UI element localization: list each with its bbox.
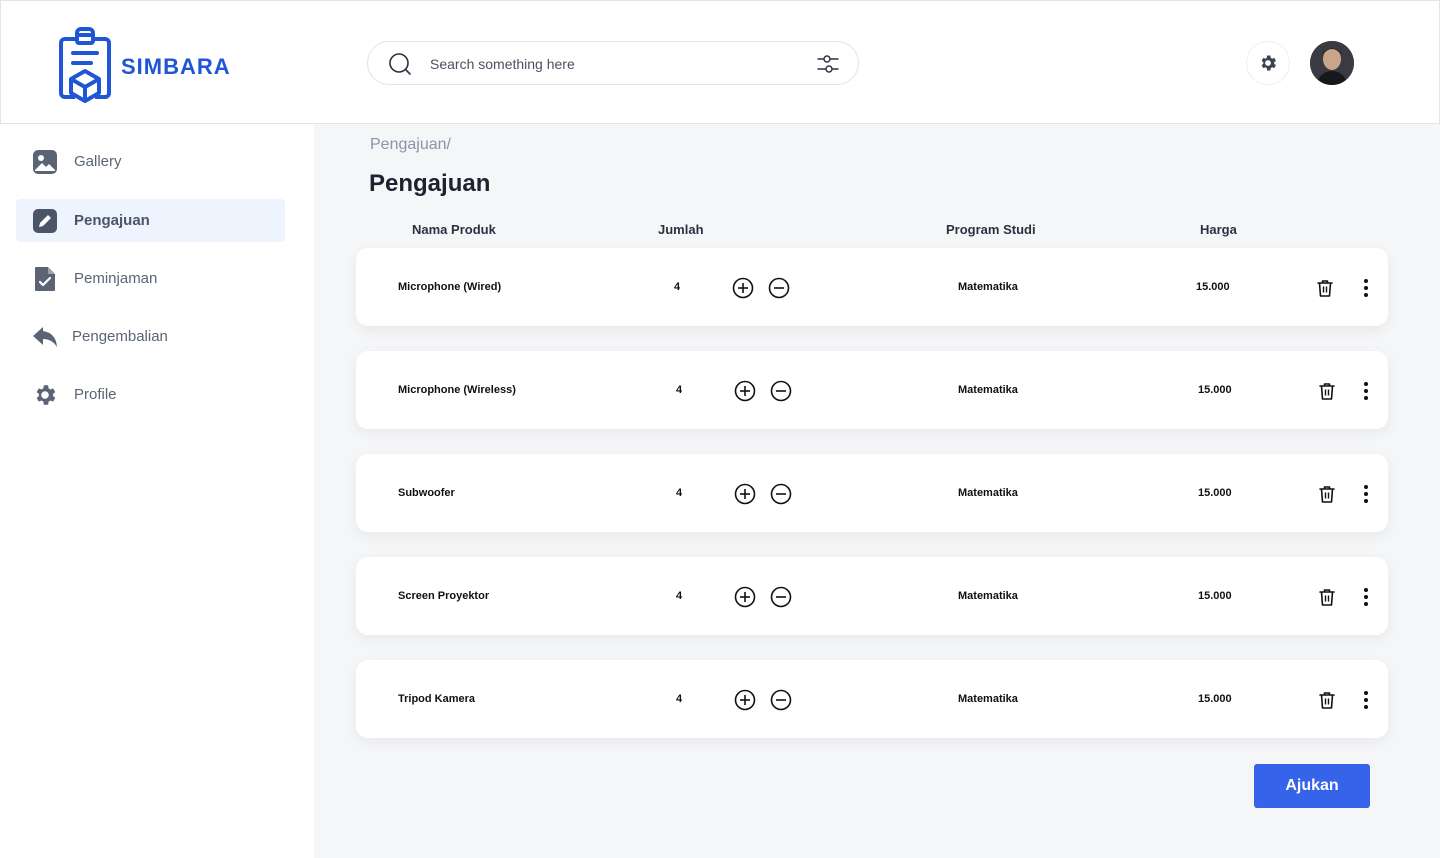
column-header-price: Harga	[1200, 222, 1237, 237]
search-icon	[389, 53, 411, 75]
column-header-program: Program Studi	[946, 222, 1036, 237]
product-name: Subwoofer	[398, 487, 455, 499]
program-studi-value: Matematika	[958, 384, 1018, 396]
search-input[interactable]	[430, 52, 790, 76]
price-value: 15.000	[1198, 487, 1232, 499]
minus-circle-icon[interactable]	[770, 380, 792, 402]
sidebar-item-label: Gallery	[74, 153, 122, 170]
minus-circle-icon[interactable]	[768, 277, 790, 299]
trash-icon[interactable]	[1316, 380, 1338, 402]
table-row: Subwoofer 4 Matematika 15.000	[356, 454, 1388, 532]
quantity-value: 4	[676, 693, 683, 705]
gear-icon	[36, 385, 56, 405]
program-studi-value: Matematika	[958, 487, 1018, 499]
sidebar-item-pengembalian[interactable]: Pengembalian	[16, 315, 285, 358]
search-bar	[367, 41, 859, 85]
filter-sliders-icon[interactable]	[816, 52, 840, 76]
reply-icon	[33, 327, 57, 347]
avatar[interactable]	[1310, 41, 1354, 85]
plus-circle-icon[interactable]	[734, 483, 756, 505]
trash-icon[interactable]	[1316, 483, 1338, 505]
sidebar-item-profile[interactable]: Profile	[16, 373, 285, 416]
price-value: 15.000	[1196, 281, 1230, 293]
minus-circle-icon[interactable]	[770, 483, 792, 505]
user-avatar-icon	[1310, 41, 1354, 85]
sidebar-item-pengajuan[interactable]: Pengajuan	[16, 199, 285, 242]
column-header-name: Nama Produk	[412, 222, 496, 237]
sidebar-item-gallery[interactable]: Gallery	[16, 140, 285, 183]
plus-circle-icon[interactable]	[732, 277, 754, 299]
plus-circle-icon[interactable]	[734, 689, 756, 711]
quantity-value: 4	[676, 384, 683, 396]
column-header-qty: Jumlah	[658, 222, 704, 237]
more-vertical-icon[interactable]	[1363, 690, 1369, 710]
table-row: Microphone (Wireless) 4 Matematika 15.000	[356, 351, 1388, 429]
sidebar: Gallery Pengajuan Peminjaman Pengembalia…	[0, 124, 314, 858]
gear-icon	[1261, 55, 1276, 71]
document-check-icon	[35, 267, 55, 291]
submit-button[interactable]: Ajukan	[1254, 764, 1370, 808]
sidebar-item-label: Pengembalian	[72, 328, 168, 345]
table-row: Screen Proyektor 4 Matematika 15.000	[356, 557, 1388, 635]
minus-circle-icon[interactable]	[770, 689, 792, 711]
price-value: 15.000	[1198, 384, 1232, 396]
main-content: Pengajuan/ Pengajuan Nama Produk Jumlah …	[314, 124, 1440, 858]
settings-button[interactable]	[1246, 41, 1290, 85]
clipboard-box-logo-icon	[59, 27, 111, 103]
sidebar-item-label: Profile	[74, 386, 117, 403]
more-vertical-icon[interactable]	[1363, 484, 1369, 504]
minus-circle-icon[interactable]	[770, 586, 792, 608]
quantity-value: 4	[676, 487, 683, 499]
plus-circle-icon[interactable]	[734, 380, 756, 402]
page-title: Pengajuan	[369, 170, 491, 197]
top-header: SIMBARA	[0, 0, 1440, 124]
product-name: Screen Proyektor	[398, 590, 490, 602]
program-studi-value: Matematika	[958, 590, 1018, 602]
trash-icon[interactable]	[1316, 689, 1338, 711]
trash-icon[interactable]	[1316, 586, 1338, 608]
price-value: 15.000	[1198, 693, 1232, 705]
brand-name: SIMBARA	[121, 54, 231, 79]
sidebar-item-label: Pengajuan	[74, 212, 150, 229]
edit-icon	[33, 209, 57, 233]
gallery-icon	[33, 150, 57, 174]
more-vertical-icon[interactable]	[1363, 381, 1369, 401]
sidebar-item-peminjaman[interactable]: Peminjaman	[16, 257, 285, 300]
breadcrumb[interactable]: Pengajuan/	[370, 136, 451, 154]
logo[interactable]: SIMBARA	[57, 27, 231, 107]
more-vertical-icon[interactable]	[1363, 587, 1369, 607]
program-studi-value: Matematika	[958, 693, 1018, 705]
program-studi-value: Matematika	[958, 281, 1018, 293]
table-row: Microphone (Wired) 4 Matematika 15.000	[356, 248, 1388, 326]
price-value: 15.000	[1198, 590, 1232, 602]
sidebar-item-label: Peminjaman	[74, 270, 158, 287]
quantity-value: 4	[676, 590, 683, 602]
more-vertical-icon[interactable]	[1363, 278, 1369, 298]
product-name: Tripod Kamera	[398, 693, 476, 705]
quantity-value: 4	[674, 281, 681, 293]
trash-icon[interactable]	[1314, 277, 1336, 299]
product-name: Microphone (Wireless)	[398, 384, 516, 396]
plus-circle-icon[interactable]	[734, 586, 756, 608]
product-name: Microphone (Wired)	[398, 281, 502, 293]
table-row: Tripod Kamera 4 Matematika 15.000	[356, 660, 1388, 738]
